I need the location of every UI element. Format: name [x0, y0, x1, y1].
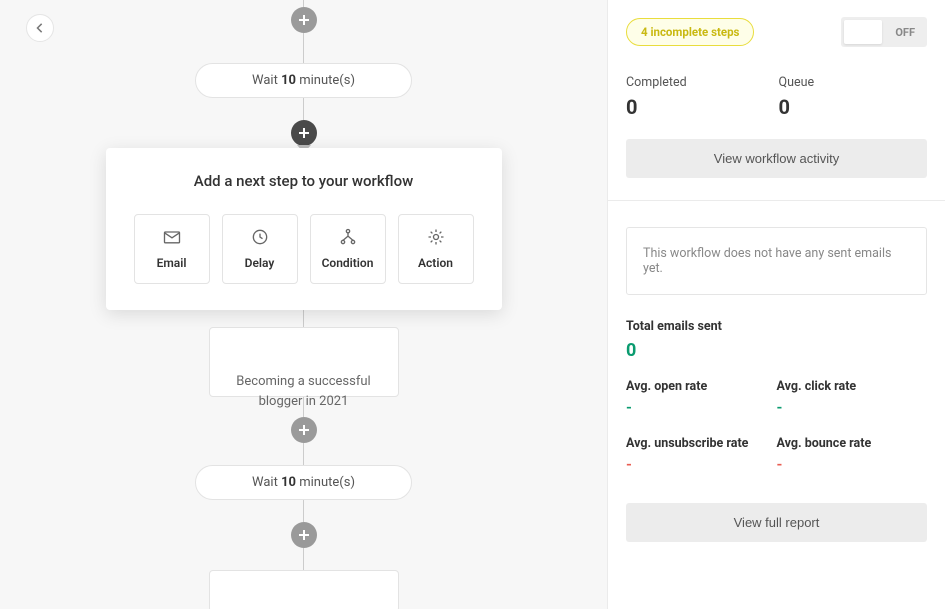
sidebar: 4 incomplete steps OFF Completed 0 Queue…	[607, 0, 945, 609]
workflow-canvas: Wait 10 minute(s) Becoming a successful …	[0, 0, 607, 609]
toggle-label: OFF	[895, 26, 915, 39]
incomplete-steps-badge[interactable]: 4 incomplete steps	[626, 18, 754, 46]
metric-value: -	[777, 398, 928, 416]
connector-line	[303, 0, 304, 7]
no-emails-notice: This workflow does not have any sent ema…	[626, 227, 927, 295]
clock-icon	[250, 228, 270, 246]
wait-step[interactable]: Wait 10 minute(s)	[195, 465, 412, 500]
stat-label: Queue	[779, 75, 928, 90]
add-step-popover: Add a next step to your workflow Email D…	[106, 148, 502, 310]
click-rate-metric: Avg. click rate -	[777, 379, 928, 416]
view-report-button[interactable]: View full report	[626, 503, 927, 542]
mail-icon	[162, 228, 182, 246]
connector-line	[303, 98, 304, 120]
popover-title: Add a next step to your workflow	[132, 172, 476, 190]
add-step-button[interactable]	[291, 417, 317, 443]
metric-label: Avg. bounce rate	[777, 436, 928, 451]
step-option-label: Email	[157, 256, 187, 270]
wait-value: 10	[281, 73, 296, 88]
metric-label: Avg. open rate	[626, 379, 777, 394]
wait-prefix: Wait	[252, 73, 281, 88]
queue-stat: Queue 0	[779, 75, 928, 119]
metric-label: Avg. click rate	[777, 379, 928, 394]
connector-line	[303, 397, 304, 417]
workflow-toggle[interactable]: OFF	[841, 17, 927, 47]
step-option-label: Delay	[245, 256, 275, 270]
step-option-delay[interactable]: Delay	[222, 214, 298, 284]
email-step-card[interactable]	[209, 570, 399, 609]
total-sent-label: Total emails sent	[626, 319, 927, 334]
back-button[interactable]	[26, 14, 54, 42]
wait-value: 10	[281, 475, 296, 490]
unsubscribe-rate-metric: Avg. unsubscribe rate -	[626, 436, 777, 473]
connector-line	[303, 33, 304, 63]
toggle-knob	[844, 20, 882, 44]
gear-icon	[426, 228, 446, 246]
step-option-email[interactable]: Email	[134, 214, 210, 284]
wait-prefix: Wait	[252, 475, 281, 490]
bounce-rate-metric: Avg. bounce rate -	[777, 436, 928, 473]
step-option-label: Action	[418, 256, 453, 270]
wait-suffix: minute(s)	[296, 475, 355, 490]
step-option-action[interactable]: Action	[398, 214, 474, 284]
metric-value: -	[777, 455, 928, 473]
wait-suffix: minute(s)	[296, 73, 355, 88]
metric-label: Avg. unsubscribe rate	[626, 436, 777, 451]
branch-icon	[338, 228, 358, 246]
view-activity-button[interactable]: View workflow activity	[626, 139, 927, 178]
step-option-label: Condition	[322, 256, 374, 270]
wait-step[interactable]: Wait 10 minute(s)	[195, 63, 412, 98]
email-step-card[interactable]: Becoming a successful blogger in 2021	[209, 327, 399, 397]
metric-value: -	[626, 398, 777, 416]
open-rate-metric: Avg. open rate -	[626, 379, 777, 416]
stat-value: 0	[626, 95, 775, 119]
connector-line	[303, 548, 304, 570]
total-sent-value: 0	[626, 340, 927, 361]
completed-stat: Completed 0	[626, 75, 775, 119]
add-step-button[interactable]	[291, 7, 317, 33]
add-step-button-active[interactable]	[291, 120, 317, 146]
step-option-condition[interactable]: Condition	[310, 214, 386, 284]
metric-value: -	[626, 455, 777, 473]
stat-label: Completed	[626, 75, 775, 90]
connector-line	[303, 443, 304, 465]
connector-line	[303, 500, 304, 522]
stat-value: 0	[779, 95, 928, 119]
add-step-button[interactable]	[291, 522, 317, 548]
